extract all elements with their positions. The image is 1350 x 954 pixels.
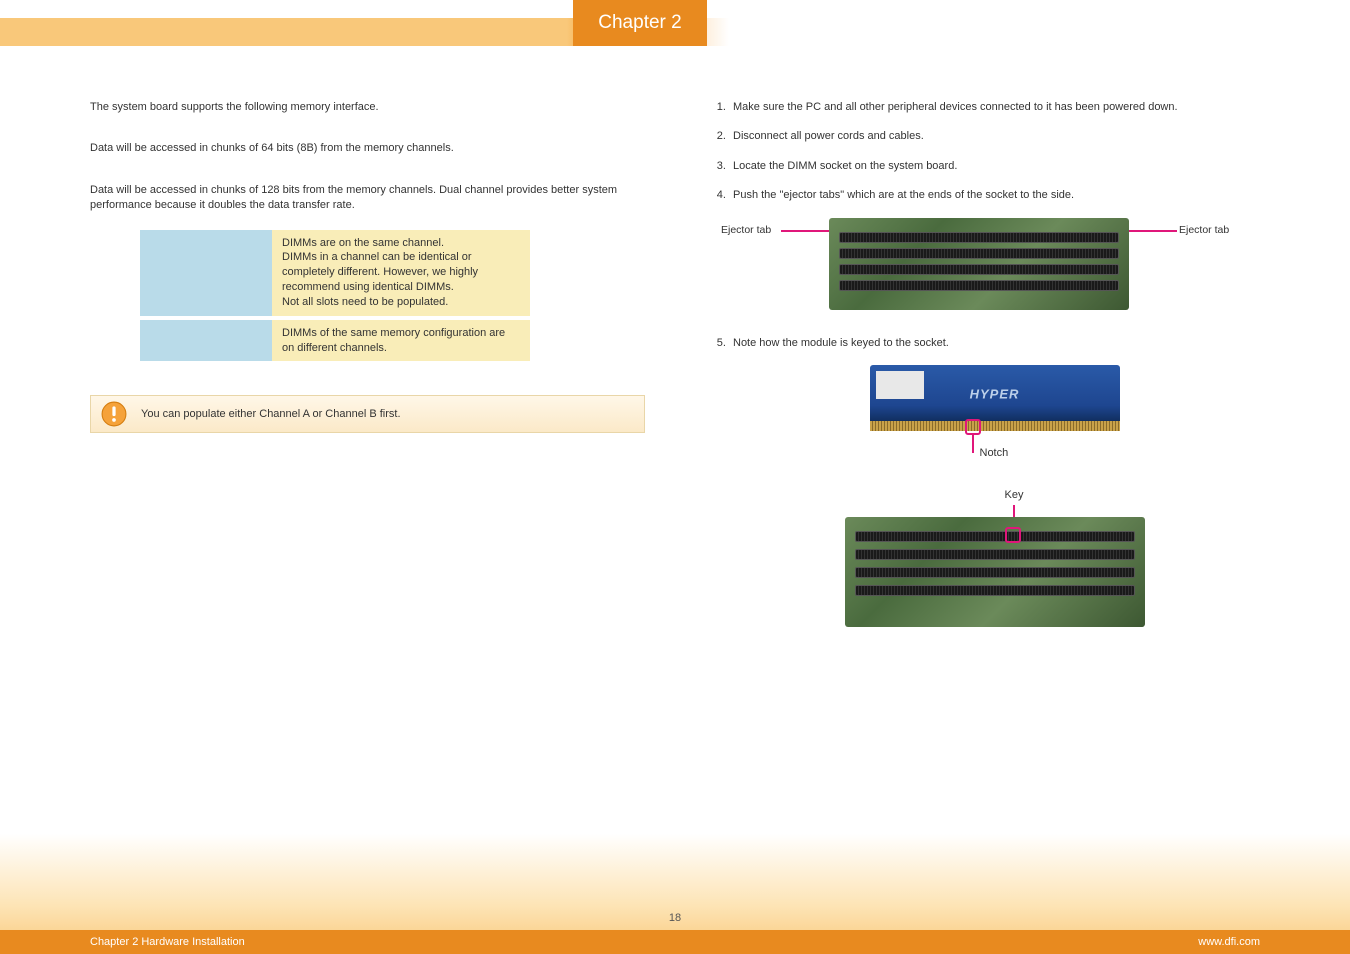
note-text: You can populate either Channel A or Cha…	[141, 408, 632, 420]
table-row: DIMMs of the same memory configuration a…	[140, 320, 530, 362]
right-column: Make sure the PC and all other periphera…	[705, 100, 1260, 661]
ejector-right-label: Ejector tab	[1179, 224, 1229, 236]
alert-icon	[101, 401, 127, 427]
callout-line	[972, 435, 974, 453]
key-highlight	[1005, 527, 1021, 543]
row1-desc: DIMMs are on the same channel. DIMMs in …	[272, 230, 530, 316]
note-box: You can populate either Channel A or Cha…	[90, 395, 645, 433]
row1-line3: Not all slots need to be populated.	[282, 295, 520, 310]
row2-desc: DIMMs of the same memory configuration a…	[272, 320, 530, 362]
callout-line	[1129, 230, 1177, 232]
ram-module-image: HYPER	[870, 365, 1120, 423]
step-5: Note how the module is keyed to the sock…	[729, 336, 1260, 351]
table-row: DIMMs are on the same channel. DIMMs in …	[140, 230, 530, 316]
figure-ram-notch: HYPER Notch	[729, 365, 1260, 475]
figure-socket-key: Key	[729, 493, 1260, 643]
socket-image	[845, 517, 1145, 627]
row2-label	[140, 320, 272, 362]
channel-table: DIMMs are on the same channel. DIMMs in …	[140, 226, 530, 366]
footer-right: www.dfi.com	[1198, 936, 1260, 948]
figure-ejector-tabs: Ejector tab Ejector tab	[729, 218, 1260, 318]
notch-highlight	[965, 419, 981, 435]
ejector-left-label: Ejector tab	[721, 224, 771, 236]
footer-bar: Chapter 2 Hardware Installation www.dfi.…	[0, 930, 1350, 954]
chapter-tab: Chapter 2	[573, 0, 707, 46]
page-number: 18	[669, 912, 681, 924]
page-content: The system board supports the following …	[90, 100, 1260, 661]
row1-label	[140, 230, 272, 316]
row1-line1: DIMMs are on the same channel.	[282, 236, 520, 251]
ram-brand-text: HYPER	[970, 386, 1020, 401]
dual-channel-text: Data will be accessed in chunks of 128 b…	[90, 183, 645, 214]
footer-left: Chapter 2 Hardware Installation	[90, 936, 245, 948]
motherboard-image	[829, 218, 1129, 310]
step-1: Make sure the PC and all other periphera…	[729, 100, 1260, 115]
callout-line	[781, 230, 829, 232]
install-steps-cont: Note how the module is keyed to the sock…	[705, 336, 1260, 351]
left-column: The system board supports the following …	[90, 100, 645, 661]
row1-line2: DIMMs in a channel can be identical or c…	[282, 250, 520, 295]
notch-label: Notch	[980, 447, 1009, 459]
step-3: Locate the DIMM socket on the system boa…	[729, 159, 1260, 174]
step-4: Push the "ejector tabs" which are at the…	[729, 188, 1260, 203]
intro-text: The system board supports the following …	[90, 100, 645, 115]
ram-sticker	[876, 371, 924, 399]
key-label: Key	[1005, 489, 1024, 501]
install-steps: Make sure the PC and all other periphera…	[705, 100, 1260, 204]
step-2: Disconnect all power cords and cables.	[729, 129, 1260, 144]
single-channel-text: Data will be accessed in chunks of 64 bi…	[90, 141, 645, 156]
